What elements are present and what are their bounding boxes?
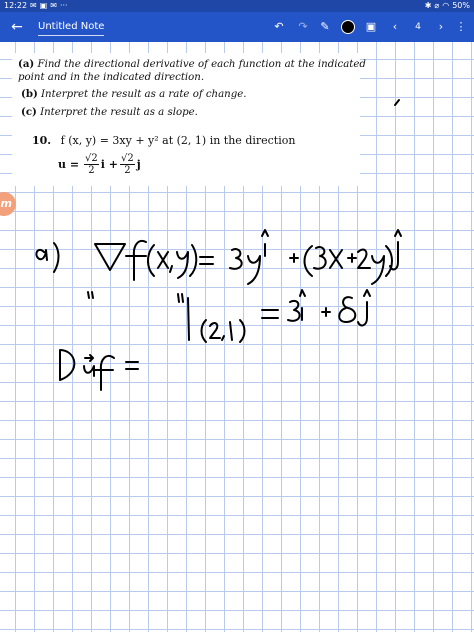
- ditto-mark: [87, 291, 94, 299]
- handwritten-f: [125, 240, 147, 281]
- handwritten-gradient-at-point: [177, 289, 371, 343]
- handwritten-args-xy: [147, 244, 198, 279]
- handwriting-layer: [35, 99, 402, 391]
- handwritten-3y-i: [229, 229, 269, 285]
- handwritten-directional-derivative: [59, 349, 139, 391]
- stray-ink-mark: [394, 99, 400, 106]
- handwritten-3x-2y-j: [289, 229, 402, 285]
- nabla-symbol: [94, 243, 126, 271]
- handwritten-a-label: [35, 242, 60, 273]
- equals-sign: [199, 256, 214, 265]
